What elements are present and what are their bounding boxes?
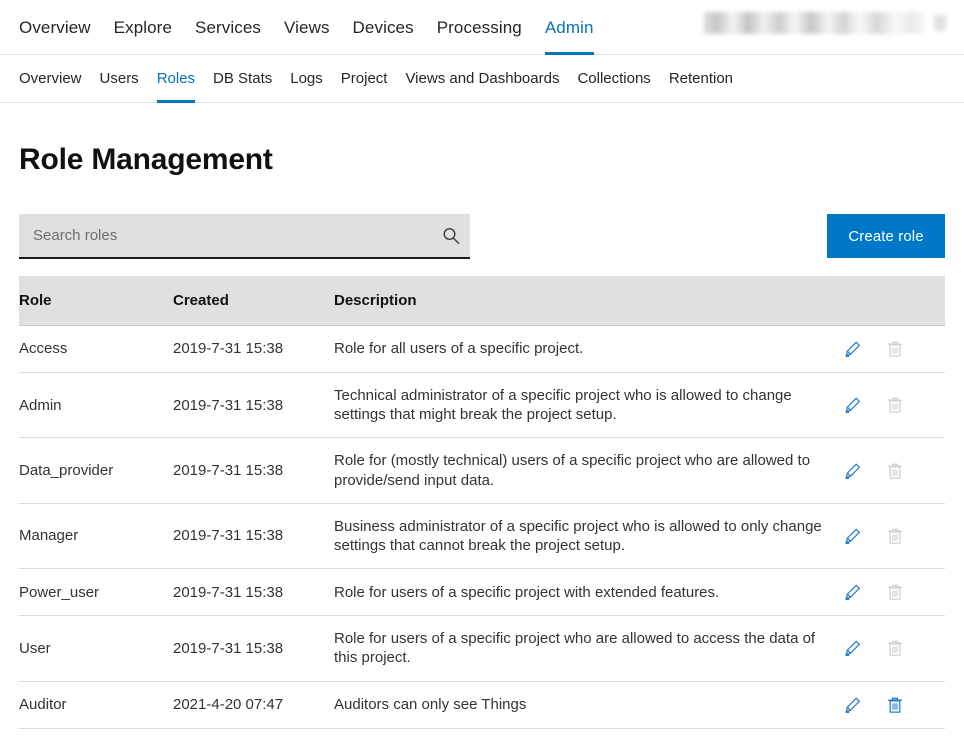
search-icon[interactable] [432,226,470,246]
roles-table-container: Role Created Description Access2019-7-31… [19,276,945,729]
chevron-down-icon[interactable] [934,15,946,31]
create-role-button[interactable]: Create role [827,214,945,258]
cell-created: 2019-7-31 15:38 [173,616,334,681]
table-row: User2019-7-31 15:38Role for users of a s… [19,616,945,681]
topnav-item-processing[interactable]: Processing [437,0,522,55]
edit-pencil-icon[interactable] [843,395,863,415]
table-row: Admin2019-7-31 15:38Technical administra… [19,373,945,438]
table-row: Power_user2019-7-31 15:38Role for users … [19,569,945,616]
cell-role: Admin [19,373,173,438]
cell-created: 2021-4-20 07:47 [173,681,334,728]
topnav-item-views[interactable]: Views [284,0,330,55]
cell-actions [837,438,945,503]
cell-actions [837,373,945,438]
edit-pencil-icon[interactable] [843,526,863,546]
primary-navigation-bar: Overview Explore Services Views Devices Proce… [0,0,964,55]
topnav-item-devices[interactable]: Devices [353,0,414,55]
admin-secondary-navigation: Overview Users Roles DB Stats Logs Project Vie… [0,55,964,103]
secondary-nav-items: Overview Users Roles DB Stats Logs Project Vie… [19,55,733,103]
cell-description: Business administrator of a specific pro… [334,503,837,568]
table-row: Access2019-7-31 15:38Role for all users … [19,326,945,373]
page-title: Role Management [0,103,964,177]
subnav-item-db-stats[interactable]: DB Stats [213,55,272,103]
table-row: Data_provider2019-7-31 15:38Role for (mo… [19,438,945,503]
row-action-buttons [837,582,945,602]
cell-role: Data_provider [19,438,173,503]
cell-actions [837,569,945,616]
row-action-buttons [837,339,945,359]
column-header-actions [837,276,945,326]
topnav-item-overview[interactable]: Overview [19,0,91,55]
table-row: Auditor2021-4-20 07:47Auditors can only … [19,681,945,728]
cell-description: Role for all users of a specific project… [334,326,837,373]
cell-created: 2019-7-31 15:38 [173,569,334,616]
delete-trash-icon [885,638,905,658]
cell-description: Role for (mostly technical) users of a s… [334,438,837,503]
edit-pencil-icon[interactable] [843,638,863,658]
row-action-buttons [837,638,945,658]
roles-table: Role Created Description Access2019-7-31… [19,276,945,729]
cell-description: Auditors can only see Things [334,681,837,728]
primary-nav-items: Overview Explore Services Views Devices Proce… [19,0,594,55]
cell-description: Role for users of a specific project wit… [334,569,837,616]
subnav-item-roles[interactable]: Roles [157,55,195,103]
cell-actions [837,616,945,681]
edit-pencil-icon[interactable] [843,582,863,602]
user-account-area[interactable] [704,12,946,34]
topnav-item-services[interactable]: Services [195,0,261,55]
roles-table-head: Role Created Description [19,276,945,326]
topnav-item-admin[interactable]: Admin [545,0,594,55]
cell-created: 2019-7-31 15:38 [173,503,334,568]
roles-toolbar: Create role [0,214,964,262]
cell-created: 2019-7-31 15:38 [173,373,334,438]
subnav-item-overview[interactable]: Overview [19,55,82,103]
delete-trash-icon [885,526,905,546]
row-action-buttons [837,526,945,546]
cell-actions [837,681,945,728]
cell-role: Access [19,326,173,373]
delete-trash-icon [885,339,905,359]
topnav-item-explore[interactable]: Explore [114,0,172,55]
subnav-item-users[interactable]: Users [100,55,139,103]
column-header-created: Created [173,276,334,326]
subnav-item-views-and-dashboards[interactable]: Views and Dashboards [405,55,559,103]
delete-trash-icon [885,582,905,602]
cell-role: Manager [19,503,173,568]
delete-trash-icon [885,395,905,415]
user-account-redacted-label [704,12,926,34]
cell-created: 2019-7-31 15:38 [173,438,334,503]
search-input[interactable] [19,214,432,257]
delete-trash-icon [885,461,905,481]
cell-role: User [19,616,173,681]
edit-pencil-icon[interactable] [843,695,863,715]
cell-role: Auditor [19,681,173,728]
search-roles-box[interactable] [19,214,470,259]
column-header-description: Description [334,276,837,326]
edit-pencil-icon[interactable] [843,339,863,359]
row-action-buttons [837,395,945,415]
roles-table-body: Access2019-7-31 15:38Role for all users … [19,326,945,729]
cell-actions [837,503,945,568]
row-action-buttons [837,695,945,715]
row-action-buttons [837,461,945,481]
cell-created: 2019-7-31 15:38 [173,326,334,373]
subnav-item-project[interactable]: Project [341,55,388,103]
subnav-item-logs[interactable]: Logs [290,55,323,103]
subnav-item-retention[interactable]: Retention [669,55,733,103]
cell-description: Technical administrator of a specific pr… [334,373,837,438]
cell-description: Role for users of a specific project who… [334,616,837,681]
table-row: Manager2019-7-31 15:38Business administr… [19,503,945,568]
cell-role: Power_user [19,569,173,616]
edit-pencil-icon[interactable] [843,461,863,481]
cell-actions [837,326,945,373]
table-header-row: Role Created Description [19,276,945,326]
column-header-role: Role [19,276,173,326]
subnav-item-collections[interactable]: Collections [577,55,650,103]
delete-trash-icon[interactable] [885,695,905,715]
